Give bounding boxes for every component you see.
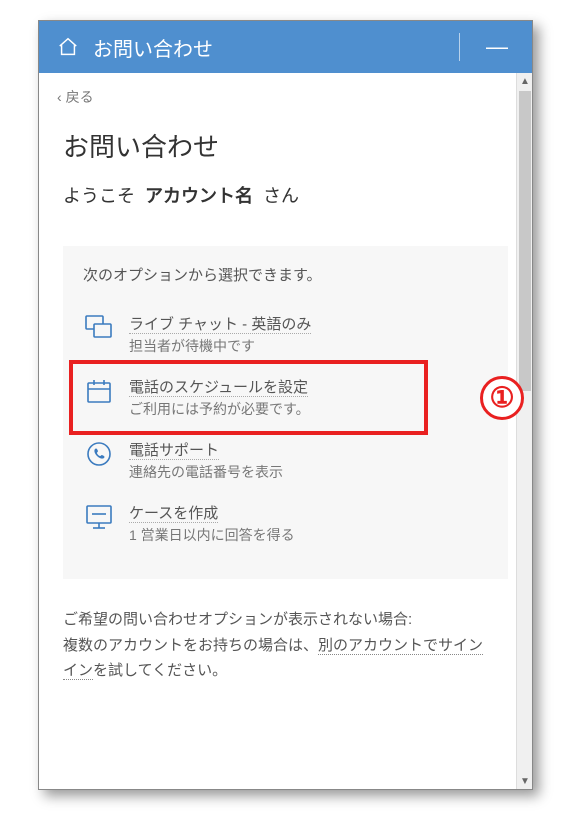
option-text: ケースを作成 1 営業日以内に回答を得る [129,502,488,545]
footer-line2b: を試してください。 [93,662,227,679]
option-schedule-call-wrap: 電話のスケジュールを設定 ご利用には予約が必要です。 ① [83,366,488,429]
option-text: ライブ チャット - 英語のみ 担当者が待機中です [129,313,488,356]
option-phone-support[interactable]: 電話サポート 連絡先の電話番号を表示 [83,429,488,492]
option-title: ケースを作成 [129,505,218,523]
option-subtitle: 連絡先の電話番号を表示 [129,462,488,482]
account-name: アカウント名 [145,186,253,206]
chevron-left-icon: ‹ [57,89,62,105]
titlebar-right: — [459,33,514,61]
welcome-prefix: ようこそ [63,186,135,206]
content: お問い合わせ ようこそ アカウント名 さん 次のオプションから選択できます。 [39,117,532,789]
annotation-badge-1: ① [480,376,524,420]
contact-window: お問い合わせ — ▲ ▼ ‹ 戻る お問い合わせ ようこそ アカウント名 さん … [38,20,533,790]
minimize-button[interactable]: — [480,36,514,58]
footer-line2a: 複数のアカウントをお持ちの場合は、 [63,637,318,654]
option-text: 電話のスケジュールを設定 ご利用には予約が必要です。 [129,376,488,419]
option-title: 電話サポート [129,442,219,460]
back-row: ‹ 戻る [39,73,532,117]
footer-line1: ご希望の問い合わせオプションが表示されない場合: [63,607,498,633]
welcome-suffix: さん [263,186,299,206]
option-live-chat-wrap: ライブ チャット - 英語のみ 担当者が待機中です [83,303,488,366]
footer-line2: 複数のアカウントをお持ちの場合は、別のアカウントでサインインを試してください。 [63,633,498,684]
option-live-chat[interactable]: ライブ チャット - 英語のみ 担当者が待機中です [83,303,488,366]
titlebar-left: お問い合わせ [57,33,213,62]
option-create-case-wrap: ケースを作成 1 営業日以内に回答を得る [83,492,488,555]
case-icon [83,502,115,530]
footer-note: ご希望の問い合わせオプションが表示されない場合: 複数のアカウントをお持ちの場合… [63,607,508,684]
titlebar-divider [459,33,460,61]
phone-icon [83,439,115,467]
back-label: 戻る [66,87,94,107]
option-create-case[interactable]: ケースを作成 1 営業日以内に回答を得る [83,492,488,555]
scroll-up-arrow[interactable]: ▲ [517,73,533,89]
chat-icon [83,313,115,341]
calendar-icon [83,376,115,404]
options-intro: 次のオプションから選択できます。 [83,264,488,285]
page-title: お問い合わせ [63,127,508,164]
option-phone-support-wrap: 電話サポート 連絡先の電話番号を表示 [83,429,488,492]
welcome-message: ようこそ アカウント名 さん [63,182,508,208]
option-title: 電話のスケジュールを設定 [129,379,308,397]
option-subtitle: 1 営業日以内に回答を得る [129,525,488,545]
titlebar: お問い合わせ — [39,21,532,73]
option-subtitle: 担当者が待機中です [129,336,488,356]
home-icon[interactable] [57,36,79,58]
options-panel: 次のオプションから選択できます。 ライブ チャット - 英語のみ 担当者が待機中… [63,246,508,579]
option-schedule-call[interactable]: 電話のスケジュールを設定 ご利用には予約が必要です。 [83,366,488,429]
option-subtitle: ご利用には予約が必要です。 [129,399,488,419]
option-text: 電話サポート 連絡先の電話番号を表示 [129,439,488,482]
back-link[interactable]: ‹ 戻る [57,87,94,107]
window-title: お問い合わせ [93,33,213,62]
option-title: ライブ チャット - 英語のみ [129,316,311,334]
